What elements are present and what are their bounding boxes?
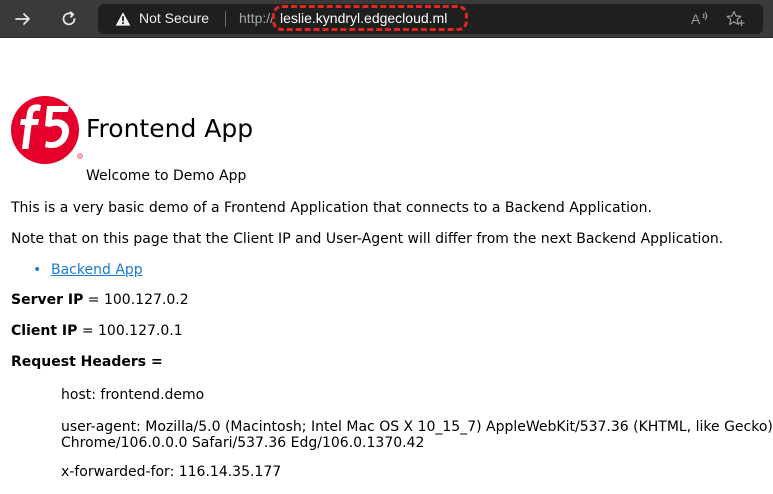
server-ip-value: = 100.127.0.2 (83, 292, 189, 308)
arrow-right-icon[interactable] (10, 7, 36, 31)
refresh-icon[interactable] (56, 7, 82, 31)
header-host: host: frontend.demo (61, 387, 205, 403)
welcome-text: Welcome to Demo App (86, 168, 247, 184)
add-favorite-icon[interactable] (726, 10, 746, 28)
client-ip-row: Client IP = 100.127.0.1 (11, 323, 183, 339)
url-scheme: http:// (239, 10, 275, 26)
note-text: Note that on this page that the Client I… (11, 231, 724, 247)
description-text: This is a very basic demo of a Frontend … (11, 200, 652, 216)
server-ip-label: Server IP (11, 292, 84, 308)
address-bar[interactable]: Not Secure http:// leslie.kyndryl.edgecl… (98, 4, 763, 34)
page-content: R Frontend App Welcome to Demo App This … (0, 38, 773, 494)
server-ip-row: Server IP = 100.127.0.2 (11, 292, 189, 308)
page-title: Frontend App (86, 114, 254, 143)
url-host[interactable]: leslie.kyndryl.edgecloud.ml (280, 10, 447, 26)
list-bullet: • (33, 262, 42, 278)
backend-app-link[interactable]: Backend App (51, 262, 143, 278)
client-ip-label: Client IP (11, 323, 78, 339)
security-status-label[interactable]: Not Secure (139, 10, 209, 26)
browser-toolbar: Not Secure http:// leslie.kyndryl.edgecl… (0, 0, 773, 38)
svg-text:A: A (691, 11, 701, 27)
header-user-agent-line2: Chrome/106.0.0.0 Safari/537.36 Edg/106.0… (61, 435, 425, 451)
request-headers-heading: Request Headers = (11, 354, 163, 370)
header-x-forwarded-for: x-forwarded-for: 116.14.35.177 (61, 464, 282, 480)
f5-logo: R (11, 96, 83, 164)
read-aloud-icon[interactable]: A (690, 10, 710, 28)
warning-triangle-icon[interactable] (115, 11, 131, 27)
client-ip-value: = 100.127.0.1 (77, 323, 183, 339)
address-divider (225, 11, 226, 27)
